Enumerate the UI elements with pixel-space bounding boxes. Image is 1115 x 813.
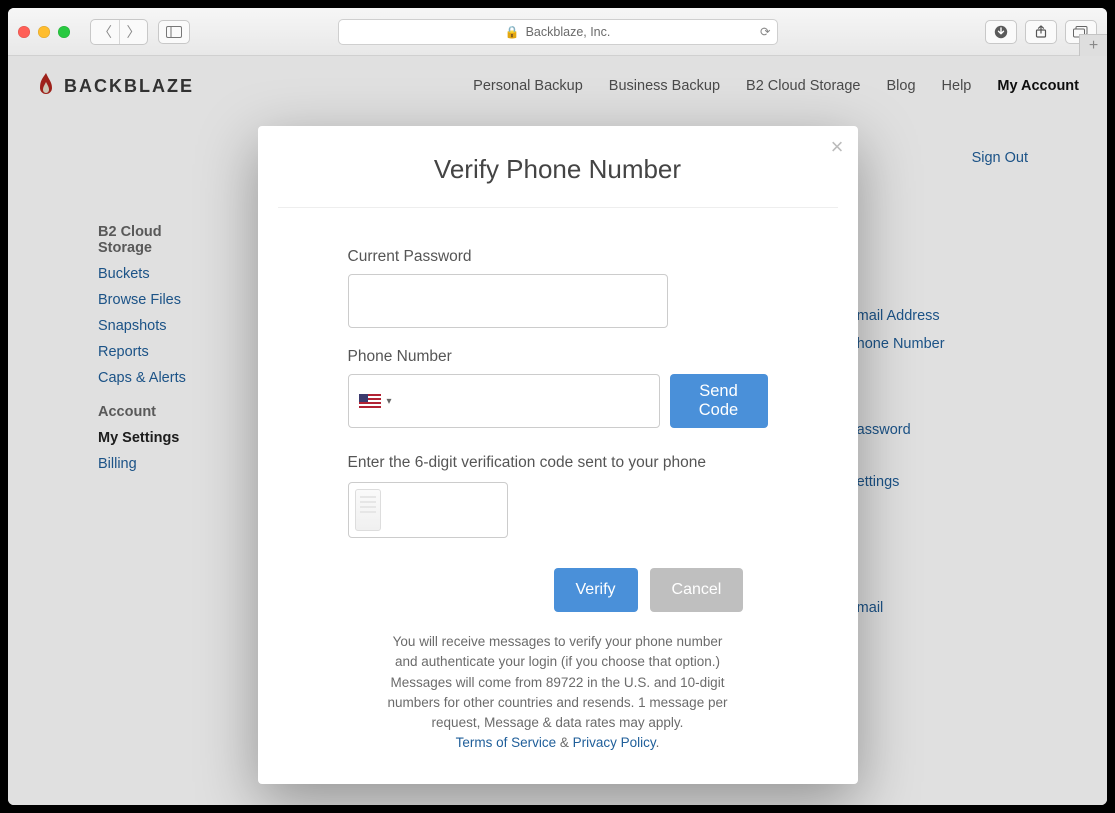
current-password-input[interactable] — [348, 274, 668, 328]
reload-icon[interactable]: ⟳ — [760, 24, 770, 39]
us-flag-icon[interactable] — [359, 394, 381, 408]
send-code-button[interactable]: Send Code — [670, 374, 768, 428]
current-password-label: Current Password — [348, 248, 768, 266]
cancel-button[interactable]: Cancel — [650, 568, 744, 612]
zoom-window-icon[interactable] — [58, 26, 70, 38]
modal-body: Current Password Phone Number ▾ Send Cod… — [258, 208, 858, 754]
forward-button[interactable]: 〉 — [119, 20, 147, 44]
period: . — [656, 735, 660, 750]
browser-window: 〈 〉 🔒 Backblaze, Inc. ⟳ + — [8, 8, 1107, 805]
modal-actions: Verify Cancel — [554, 568, 768, 612]
window-controls — [18, 26, 70, 38]
verify-button[interactable]: Verify — [554, 568, 638, 612]
verification-code-label: Enter the 6-digit verification code sent… — [348, 454, 768, 472]
amp: & — [556, 735, 573, 750]
share-button[interactable] — [1025, 20, 1057, 44]
phone-row: ▾ Send Code — [348, 374, 768, 428]
sidebar-toggle-button[interactable] — [158, 20, 190, 44]
terms-of-service-link[interactable]: Terms of Service — [456, 735, 557, 750]
fineprint: You will receive messages to verify your… — [348, 632, 768, 754]
modal-title: Verify Phone Number — [278, 126, 838, 208]
page: BACKBLAZE Personal Backup Business Backu… — [8, 56, 1107, 805]
phone-icon — [355, 489, 381, 531]
back-button[interactable]: 〈 — [91, 20, 119, 44]
downloads-button[interactable] — [985, 20, 1017, 44]
titlebar: 〈 〉 🔒 Backblaze, Inc. ⟳ + — [8, 8, 1107, 56]
lock-icon: 🔒 — [505, 25, 520, 39]
close-icon[interactable]: × — [831, 136, 844, 158]
verify-phone-modal: × Verify Phone Number Current Password P… — [258, 126, 858, 784]
address-bar[interactable]: 🔒 Backblaze, Inc. ⟳ — [338, 19, 778, 45]
minimize-window-icon[interactable] — [38, 26, 50, 38]
phone-number-input[interactable]: ▾ — [348, 374, 660, 428]
code-row — [348, 482, 768, 538]
address-label: Backblaze, Inc. — [526, 25, 611, 39]
chevron-down-icon[interactable]: ▾ — [387, 396, 392, 407]
fineprint-text: You will receive messages to verify your… — [388, 634, 728, 730]
modal-overlay: × Verify Phone Number Current Password P… — [8, 56, 1107, 805]
privacy-policy-link[interactable]: Privacy Policy — [573, 735, 656, 750]
verification-code-input[interactable] — [348, 482, 508, 538]
close-window-icon[interactable] — [18, 26, 30, 38]
new-tab-button[interactable]: + — [1079, 34, 1107, 56]
phone-number-label: Phone Number — [348, 348, 768, 366]
nav-back-forward: 〈 〉 — [90, 19, 148, 45]
